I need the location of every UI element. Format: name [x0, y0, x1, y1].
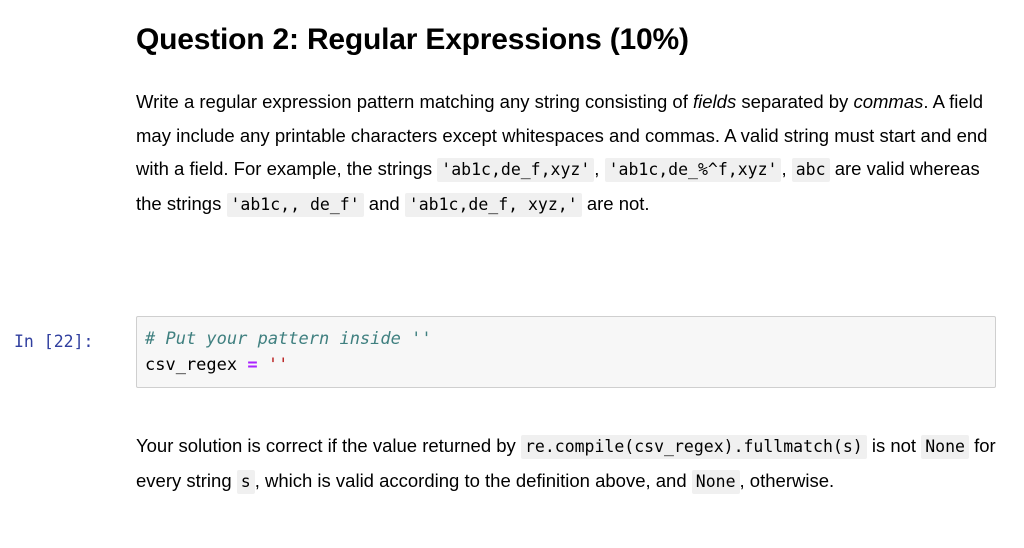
text-segment: and: [363, 192, 405, 214]
code-editor-area[interactable]: # Put your pattern inside '' csv_regex =…: [136, 316, 996, 388]
page-title: Question 2: Regular Expressions (10%): [136, 23, 689, 56]
text-segment: Write a regular expression pattern match…: [136, 91, 693, 112]
inline-code-invalid-example-2: 'ab1c,de_f, xyz,': [404, 192, 582, 217]
input-prompt-label: In [22]:: [14, 332, 94, 351]
text-segment: ,: [594, 158, 605, 179]
code-line-2: csv_regex = '': [145, 352, 985, 378]
text-segment: , which is valid according to the defini…: [254, 469, 692, 491]
code-token-operator: =: [247, 355, 258, 375]
code-token-variable: csv_regex: [145, 355, 238, 375]
text-segment: is not: [866, 435, 922, 456]
inline-code-none-2: None: [691, 469, 740, 494]
code-token-comment: # Put your pattern inside '': [145, 329, 432, 349]
text-segment: Your solution is correct if the value re…: [136, 435, 521, 456]
inline-code-invalid-example-1: 'ab1c,, de_f': [226, 192, 364, 217]
code-cell[interactable]: In [22]: # Put your pattern inside '' cs…: [0, 316, 1024, 388]
text-segment: separated by: [736, 91, 854, 112]
emphasis-fields: fields: [693, 91, 737, 112]
question-text: Write a regular expression pattern match…: [136, 85, 998, 221]
inline-code-valid-example-2: 'ab1c,de_%^f,xyz': [604, 158, 782, 182]
inline-code-none-1: None: [921, 435, 969, 459]
notebook-page: Question 2: Regular Expressions (10%) Wr…: [0, 0, 1024, 548]
emphasis-commas: commas: [853, 91, 924, 112]
text-segment: ,: [781, 158, 792, 179]
code-line-1: # Put your pattern inside '': [145, 326, 985, 352]
inline-code-valid-example-3: abc: [791, 158, 830, 182]
inline-code-fullmatch-call: re.compile(csv_regex).fullmatch(s): [520, 435, 867, 459]
text-segment: , otherwise.: [739, 469, 835, 491]
text-segment: are not.: [581, 192, 650, 214]
solution-note-text: Your solution is correct if the value re…: [136, 429, 998, 498]
inline-code-valid-example-1: 'ab1c,de_f,xyz': [437, 158, 595, 182]
markdown-cell-question[interactable]: Question 2: Regular Expressions (10%): [136, 22, 998, 58]
code-token-string: '': [267, 355, 289, 375]
markdown-cell-solution-note[interactable]: Your solution is correct if the value re…: [136, 429, 998, 498]
question-statement-paragraph[interactable]: Write a regular expression pattern match…: [136, 85, 998, 221]
inline-code-variable-s: s: [236, 469, 255, 494]
